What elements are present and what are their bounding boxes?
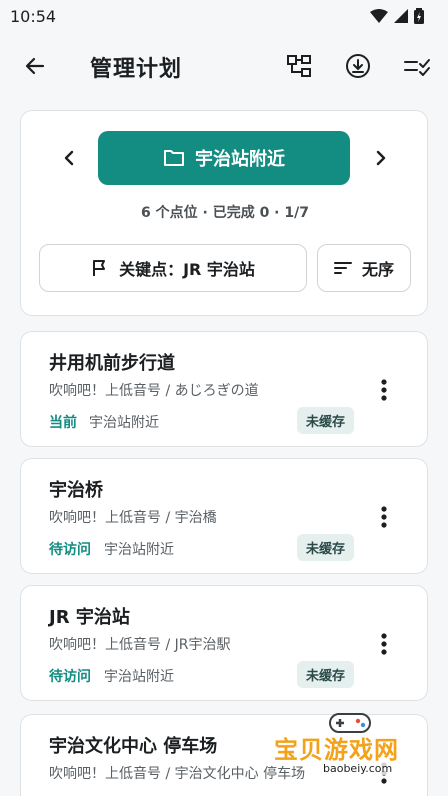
poi-card[interactable]: JR 宇治站 吹响吧！上低音号 / JR宇治駅 待访问 宇治站附近 未缓存 [20,585,428,701]
poi-group: 宇治站附近 [89,415,159,431]
poi-title: JR 宇治站 [49,607,130,628]
signal-icon [394,9,408,23]
watermark-text: 宝贝游戏网 [274,736,399,764]
battery-icon [414,8,424,24]
folder-icon [164,150,184,166]
poi-subtitle: 吹响吧！上低音号 / JR宇治駅 [49,637,231,653]
keypoint-label: 关键点：JR 宇治站 [119,260,255,279]
group-name-button[interactable]: 宇治站附近 [98,131,350,185]
download-button[interactable] [338,46,378,86]
poi-card[interactable]: 井用机前步行道 吹响吧！上低音号 / あじろぎの道 当前 宇治站附近 未缓存 [20,331,428,447]
more-vert-icon [381,633,387,655]
status-bar: 10:54 [0,0,448,32]
download-circle-icon [346,54,370,78]
more-button[interactable] [364,624,404,664]
checklist-icon [404,59,430,76]
hierarchy-icon [287,55,311,77]
more-vert-icon [381,379,387,401]
poi-status: 当前 [49,415,77,431]
cache-badge: 未缓存 [297,661,355,688]
cache-badge: 未缓存 [297,407,355,434]
poi-title: 宇治桥 [49,480,103,501]
poi-subtitle: 吹响吧！上低音号 / 宇治橋 [49,510,217,526]
watermark: 宝贝游戏网 baobeiy.com [270,712,448,796]
more-button[interactable] [364,497,404,537]
poi-title: 宇治文化中心 停车场 [49,736,218,757]
app-bar: 管理计划 [0,40,448,92]
poi-subtitle: 吹响吧！上低音号 / あじろぎの道 [49,383,259,399]
status-icons [370,8,424,24]
poi-group: 宇治站附近 [104,542,174,558]
more-vert-icon [381,506,387,528]
sort-icon [333,262,352,274]
poi-card[interactable]: 宇治桥 吹响吧！上低音号 / 宇治橋 待访问 宇治站附近 未缓存 [20,458,428,574]
poi-title: 井用机前步行道 [49,353,175,374]
poi-subtitle: 吹响吧！上低音号 / 宇治文化中心 停车场 [49,766,306,782]
chevron-right-icon [376,150,386,166]
wifi-icon [370,9,388,23]
group-name: 宇治站附近 [195,149,285,170]
group-card: 宇治站附近 6 个点位 · 已完成 0 · 1/7 关键点：JR 宇治站 无序 [20,110,428,316]
hierarchy-button[interactable] [279,46,319,86]
status-time: 10:54 [10,6,57,26]
sort-label: 无序 [361,260,394,279]
chevron-left-icon [64,150,74,166]
keypoint-button[interactable]: 关键点：JR 宇治站 [39,244,307,292]
sort-button[interactable]: 无序 [317,244,411,292]
poi-status: 待访问 [49,542,91,558]
group-stats: 6 个点位 · 已完成 0 · 1/7 [141,205,309,221]
poi-group: 宇治站附近 [104,669,174,685]
page-title: 管理计划 [90,57,183,82]
more-button[interactable] [364,370,404,410]
flag-icon [93,260,106,276]
cache-badge: 未缓存 [297,534,355,561]
back-button[interactable] [15,46,55,86]
checklist-button[interactable] [397,46,437,86]
watermark-url: baobeiy.com [320,762,396,775]
next-group-button[interactable] [361,138,401,178]
arrow-back-icon [25,57,45,75]
poi-status: 待访问 [49,669,91,685]
prev-group-button[interactable] [49,138,89,178]
